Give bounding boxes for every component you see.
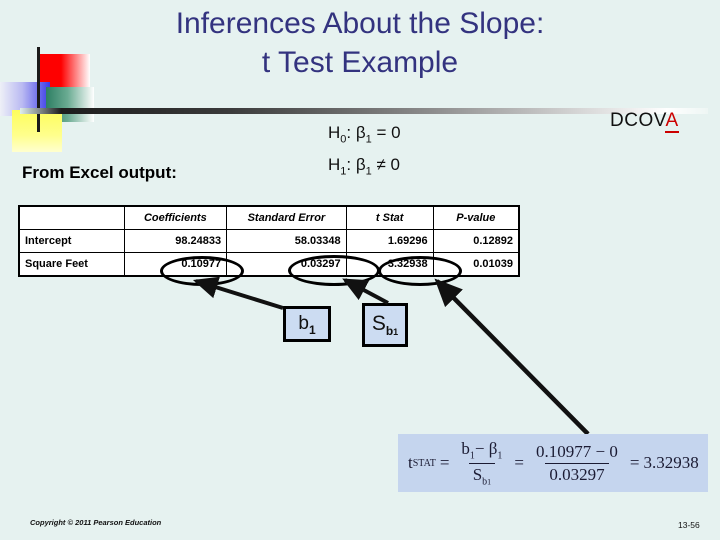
callout-b1-sub: 1 (308, 322, 316, 337)
title-line-2: t Test Example (261, 46, 459, 79)
null-hypothesis-statement: : β (346, 123, 366, 142)
cell-intercept-standard-error: 58.03348 (226, 229, 347, 253)
column-header-p-value: P-value (432, 205, 520, 230)
formula-numeric-denominator: 0.03297 (545, 462, 609, 485)
table-row: Intercept 98.24833 58.03348 1.69296 0.12… (18, 229, 520, 253)
cell-intercept-p-value: 0.12892 (432, 229, 520, 253)
table-row: Square Feet 0.10977 0.03297 3.32938 0.01… (18, 252, 520, 277)
cell-squarefeet-label: Square Feet (18, 252, 125, 277)
arrow-b1-to-coefficient (192, 276, 284, 310)
cell-squarefeet-coefficient: 0.10977 (123, 252, 228, 277)
alt-hypothesis-rest: ≠ 0 (371, 155, 400, 175)
title-line-1: Inferences About the Slope: (175, 7, 545, 40)
formula-minus-beta: − β (474, 439, 498, 459)
dcova-badge-accent: A (665, 110, 679, 133)
slide-number: 13-56 (678, 520, 700, 530)
formula-result: 3.32938 (643, 453, 699, 472)
column-header-standard-error: Standard Error (226, 205, 347, 230)
cell-squarefeet-t-stat: 3.32938 (345, 252, 434, 277)
t-stat-formula: t STAT = b1− β1 Sb1 = 0.10977 − 0 0.03297… (408, 438, 699, 488)
cell-intercept-t-stat: 1.69296 (345, 229, 434, 253)
formula-symbolic-denominator: Sb1 (468, 462, 496, 487)
regression-output-table: Coefficients Standard Error t Stat P-val… (18, 205, 520, 277)
title-divider-rule (20, 108, 708, 114)
alternative-hypothesis: H1: β1 ≠ 0 (328, 152, 401, 184)
formula-symbolic-fraction: b1− β1 Sb1 (457, 439, 506, 487)
hypotheses-block: H0: β1 = 0 H1: β1 ≠ 0 (328, 120, 401, 185)
formula-numeric-fraction: 0.10977 − 0 0.03297 (532, 442, 622, 485)
null-hypothesis-rest: = 0 (371, 123, 401, 142)
cell-squarefeet-p-value: 0.01039 (432, 252, 520, 277)
alt-hypothesis-statement: : β (346, 155, 366, 175)
alt-hypothesis-symbol: H (328, 155, 341, 175)
copyright-notice: Copyright © 2011 Pearson Education (30, 518, 162, 527)
formula-symbolic-numerator: b1− β1 (457, 439, 506, 462)
callout-b1: b1 (283, 306, 331, 342)
formula-equals-2: = (514, 453, 525, 472)
null-hypothesis-symbol: H (328, 123, 341, 142)
null-hypothesis: H0: β1 = 0 (328, 120, 401, 152)
column-header-t-stat: t Stat (345, 205, 434, 230)
excel-output-label: From Excel output: (22, 163, 177, 182)
cell-squarefeet-standard-error: 0.03297 (226, 252, 347, 277)
formula-equals-1: = (439, 453, 450, 472)
slide-canvas: Inferences About the Slope: t Test Examp… (0, 0, 720, 540)
formula-beta-sub: 1 (497, 450, 503, 462)
dcova-badge-text: DCOV (610, 110, 666, 131)
formula-s-subsub: 1 (487, 476, 492, 486)
callout-sb1: Sb1 (362, 303, 408, 347)
formula-numeric-numerator: 0.10977 − 0 (536, 441, 618, 461)
callout-sb1-subsub: 1 (393, 327, 399, 338)
cell-intercept-label: Intercept (18, 229, 125, 253)
page-title: Inferences About the Slope: t Test Examp… (60, 4, 660, 82)
arrow-formula-to-t-stat (434, 278, 590, 436)
table-header-row: Coefficients Standard Error t Stat P-val… (18, 205, 520, 230)
t-stat-formula-box: t STAT = b1− β1 Sb1 = 0.10977 − 0 0.03297… (398, 434, 708, 492)
formula-lhs-subscript: STAT (412, 457, 436, 469)
arrow-sb1-to-standard-error (342, 278, 389, 305)
formula-b1-main: b (461, 439, 470, 459)
callout-sb1-main: S (371, 312, 386, 335)
cell-intercept-coefficient: 98.24833 (123, 229, 228, 253)
formula-s-main: S (472, 464, 483, 484)
dcova-badge: DCOVA (610, 110, 679, 133)
column-header-blank (18, 205, 125, 230)
formula-equals-3: = (629, 453, 640, 472)
callout-b1-main: b (298, 313, 309, 334)
column-header-coefficients: Coefficients (123, 205, 228, 230)
logo-vertical-line (37, 47, 40, 132)
